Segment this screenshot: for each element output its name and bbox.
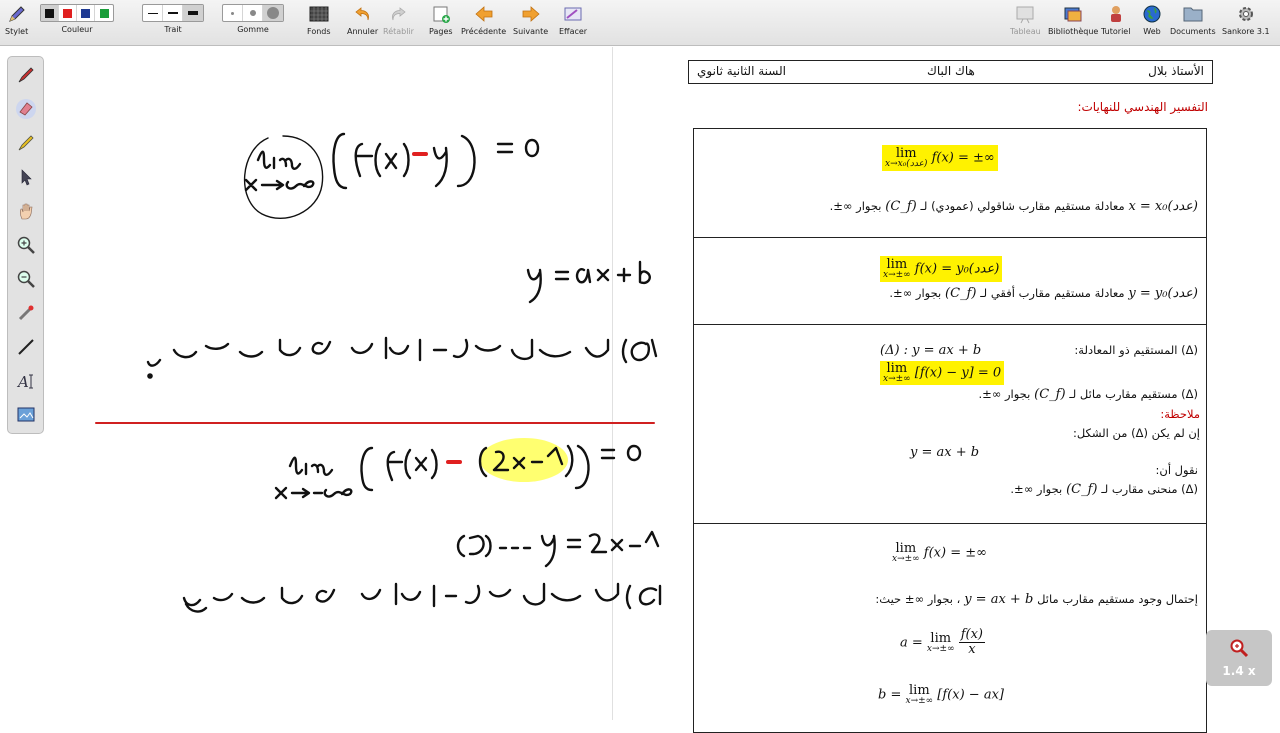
arrow-left-icon	[473, 4, 495, 24]
main-toolbar: Stylet Couleur Trait Gomme Fonds Annuler…	[0, 0, 1280, 46]
pen-button[interactable]: Stylet	[5, 4, 28, 36]
arrow-right-icon	[520, 4, 542, 24]
vertical-limit-formula: lim x→x₀(عدد) f(x) = ±∞	[882, 145, 998, 171]
colour-group: Couleur	[40, 4, 114, 34]
ink-f-of-x	[354, 142, 410, 178]
section-title: التفسير الهندسي للنهايات:	[1077, 100, 1208, 114]
horizontal-asymptote-text: (عدد)y = y₀ معادلة مستقيم مقارب أفقي لـ …	[889, 286, 1198, 301]
whiteboard-ink-layer[interactable]	[0, 46, 680, 720]
vertical-asymptote-text: (عدد)x = x₀ معادلة مستقيم مقارب شاقولي (…	[829, 199, 1198, 214]
clear-button[interactable]: Effacer	[559, 4, 587, 36]
add-page-icon	[430, 4, 452, 24]
teacher-name: الأستاذ بلال	[1148, 64, 1204, 78]
next-page-button[interactable]: Suivante	[513, 4, 548, 36]
colour-swatch-blue[interactable]	[77, 5, 95, 21]
backgrounds-button[interactable]: Fonds	[307, 4, 331, 36]
ink-bracket-right-2	[574, 444, 590, 490]
app-menu-button[interactable]: Sankore 3.1	[1222, 4, 1270, 36]
library-icon	[1062, 4, 1084, 24]
eraser-small-button[interactable]	[223, 5, 243, 21]
colour-swatch-green[interactable]	[95, 5, 113, 21]
ink-y	[432, 146, 448, 188]
author-name: هاك الباك	[927, 64, 975, 78]
stroke-picker	[142, 4, 204, 22]
colour-swatch-red[interactable]	[59, 5, 77, 21]
class-level: السنة الثانية ثانوي	[697, 64, 786, 78]
note-form: y = ax + b	[910, 445, 980, 460]
ink-line-equation	[526, 260, 651, 304]
ink-bracket-left	[332, 132, 348, 190]
zoom-indicator[interactable]: 1.4 x	[1206, 630, 1272, 686]
eraser-group: Gomme	[222, 4, 284, 34]
magnifier-icon	[1230, 639, 1249, 658]
vertical-asymptote-cell: lim x→x₀(عدد) f(x) = ±∞ (عدد)x = x₀ معادل…	[693, 128, 1207, 238]
documents-button[interactable]: Documents	[1170, 4, 1216, 36]
redo-icon	[387, 4, 409, 24]
ink-dot	[147, 373, 153, 379]
library-button[interactable]: Bibliothèque	[1048, 4, 1098, 36]
ink-bracket-left-2	[360, 446, 374, 492]
horizontal-limit-formula: lim x→±∞ f(x) = y₀(عدد)	[880, 256, 1003, 282]
ink-asymptote-equation	[456, 530, 660, 568]
oblique-computation-cell: lim x→±∞ f(x) = ±∞ إحتمال وجود مستقيم مقا…	[693, 523, 1207, 733]
undo-button[interactable]: Annuler	[347, 4, 378, 36]
web-button[interactable]: Web	[1141, 4, 1163, 36]
grid-background-icon	[308, 4, 330, 24]
tutorial-button[interactable]: Tutoriel	[1101, 4, 1130, 36]
ink-lim-2	[288, 456, 334, 476]
ink-f-of-x-2	[386, 448, 438, 482]
document-header: الأستاذ بلال هاك الباك السنة الثانية ثان…	[688, 60, 1213, 84]
stroke-thick-button[interactable]	[183, 5, 203, 21]
stroke-group: Trait	[142, 4, 204, 34]
pages-button[interactable]: Pages	[429, 4, 453, 36]
line-equation-label: (Δ) المستقيم ذو المعادلة:	[1074, 343, 1198, 357]
note-we-say: نقول أن:	[1155, 463, 1199, 477]
oblique-asymptote-cell: (Δ) المستقيم ذو المعادلة: (Δ) : y = ax +…	[693, 324, 1207, 524]
clear-page-icon	[562, 4, 584, 24]
stroke-medium-button[interactable]	[163, 5, 183, 21]
possibility-text: إحتمال وجود مستقيم مقارب مائل y = ax + b…	[875, 592, 1198, 607]
line-equation: (Δ) : y = ax + b	[880, 343, 982, 358]
ink-yellow-highlight	[480, 438, 568, 482]
slope-formula: a = lim x→±∞ f(x) x	[900, 627, 986, 658]
ink-equals-zero	[496, 138, 540, 158]
intercept-formula: b = lim x→±∞ [f(x) − ax]	[878, 683, 1004, 706]
lesson-document: الأستاذ بلال هاك الباك السنة الثانية ثان…	[684, 46, 1224, 733]
eraser-medium-button[interactable]	[243, 5, 263, 21]
stroke-thin-button[interactable]	[143, 5, 163, 21]
gear-icon	[1235, 4, 1257, 24]
zoom-level: 1.4 x	[1222, 664, 1256, 678]
colour-picker	[40, 4, 114, 22]
board-icon	[1014, 4, 1036, 24]
tutorial-icon	[1105, 4, 1127, 24]
ink-x-to-inf	[244, 178, 315, 192]
previous-page-button[interactable]: Précédente	[461, 4, 506, 36]
ink-equals-zero-2	[600, 444, 642, 462]
oblique-asymptote-text: (Δ) مستقيم مقارب مائل لـ (C_f) بجوار ∞±.	[978, 387, 1198, 402]
ink-bracket-right	[456, 134, 476, 188]
ink-lim	[256, 150, 302, 170]
board-mode-button[interactable]: Tableau	[1010, 4, 1041, 36]
curve-asymptote-text: (Δ) منحنى مقارب لـ (C_f) بجوار ∞±.	[1010, 482, 1198, 497]
eraser-size-picker	[222, 4, 284, 22]
oblique-limit-formula: lim x→±∞ [f(x) − y] = 0	[880, 361, 1005, 385]
note-label: ملاحظة:	[1160, 407, 1200, 421]
horizontal-asymptote-cell: lim x→±∞ f(x) = y₀(عدد) (عدد)y = y₀ معادل…	[693, 237, 1207, 325]
colour-swatch-black[interactable]	[41, 5, 59, 21]
pen-icon	[6, 4, 28, 24]
globe-icon	[1141, 4, 1163, 24]
ink-x-to-minus-inf	[274, 486, 353, 500]
note-condition: إن لم يكن (Δ) من الشكل:	[1072, 426, 1200, 440]
undo-icon	[352, 4, 374, 24]
folder-icon	[1182, 4, 1204, 24]
ink-circle	[243, 135, 324, 219]
ink-arabic-line-1	[146, 336, 658, 367]
eraser-large-button[interactable]	[263, 5, 283, 21]
redo-button[interactable]: Rétablir	[383, 4, 414, 36]
ink-arabic-line-2	[182, 582, 662, 613]
infinite-limit-formula: lim x→±∞ f(x) = ±∞	[892, 541, 987, 564]
